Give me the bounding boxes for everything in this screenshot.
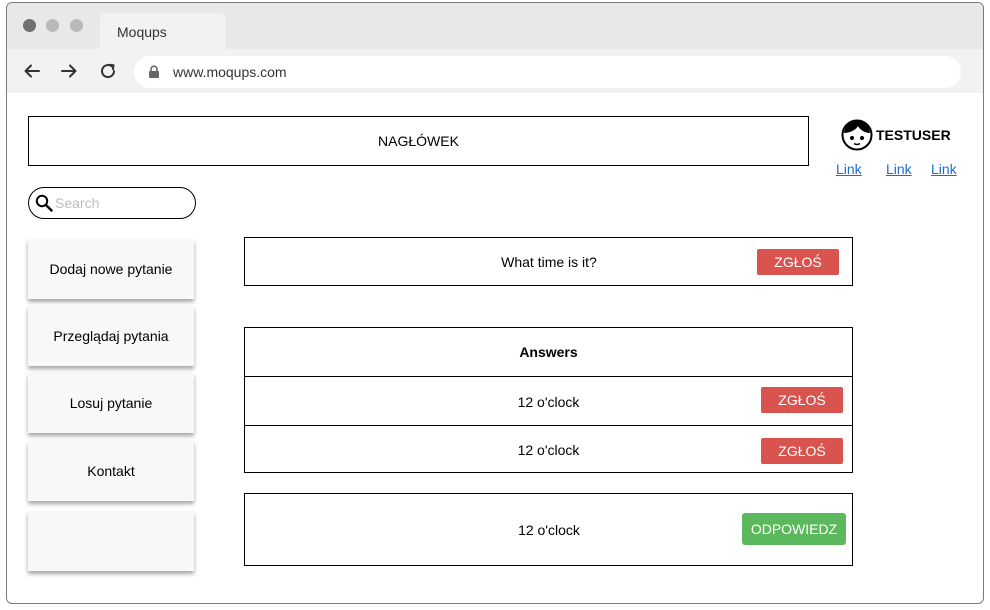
report-answer-button[interactable]: ZGŁOŚ — [761, 438, 843, 464]
answers-table: Answers 12 o'clock ZGŁOŚ 12 o'clock ZGŁO… — [244, 327, 853, 473]
sidebar-item-label: Kontakt — [87, 463, 135, 479]
answers-header: Answers — [245, 328, 852, 376]
reload-icon — [101, 63, 116, 79]
page-content: NAGŁÓWEK TESTUSER Link Link Link Dodaj n… — [7, 93, 983, 603]
search-icon — [35, 194, 53, 212]
answers-header-label: Answers — [519, 344, 578, 360]
tab-title: Moqups — [117, 24, 167, 40]
browser-tab[interactable]: Moqups — [100, 13, 226, 49]
browser-toolbar: www.moqups.com — [7, 49, 983, 93]
back-button[interactable] — [21, 60, 43, 82]
forward-button[interactable] — [58, 60, 80, 82]
sidebar-item-label: Przeglądaj pytania — [53, 328, 169, 344]
title-bar: Moqups — [7, 3, 983, 49]
search-input[interactable] — [55, 193, 187, 213]
lock-icon — [149, 65, 159, 78]
reload-button[interactable] — [97, 60, 119, 82]
arrow-right-icon — [61, 64, 77, 78]
reply-button[interactable]: ODPOWIEDZ — [742, 513, 846, 545]
url-text: www.moqups.com — [173, 64, 287, 80]
sidebar-item-label: Losuj pytanie — [69, 395, 153, 411]
sidebar-item-browse-questions[interactable]: Przeglądaj pytania — [28, 306, 194, 366]
sidebar-item-empty[interactable] — [28, 511, 194, 571]
answer-row: 12 o'clock ZGŁOŚ — [245, 426, 852, 472]
report-answer-button[interactable]: ZGŁOŚ — [761, 387, 843, 413]
user-profile[interactable]: TESTUSER — [841, 119, 951, 151]
address-bar[interactable]: www.moqups.com — [134, 56, 961, 88]
sidebar-item-add-question[interactable]: Dodaj nowe pytanie — [28, 239, 194, 299]
browser-window: Moqups www.moqups.com NAGŁÓWEK TESTUSER … — [6, 2, 984, 604]
sidebar-item-label: Dodaj nowe pytanie — [49, 261, 173, 277]
page-title: NAGŁÓWEK — [378, 133, 459, 149]
answer-row: 12 o'clock ZGŁOŚ — [245, 377, 852, 425]
sidebar-item-contact[interactable]: Kontakt — [28, 441, 194, 501]
reply-card: 12 o'clock ODPOWIEDZ — [244, 493, 853, 566]
question-card: What time is it? ZGŁOŚ — [244, 237, 853, 286]
user-name: TESTUSER — [876, 127, 951, 143]
maximize-window-dot[interactable] — [70, 19, 83, 32]
user-link[interactable]: Link — [931, 161, 957, 177]
arrow-left-icon — [24, 64, 40, 78]
page-header: NAGŁÓWEK — [28, 116, 809, 166]
search-box — [28, 187, 196, 219]
report-question-button[interactable]: ZGŁOŚ — [757, 249, 839, 275]
user-avatar-icon — [841, 119, 873, 151]
user-links: Link Link Link — [836, 161, 966, 181]
close-window-dot[interactable] — [23, 19, 36, 32]
user-link[interactable]: Link — [836, 161, 862, 177]
user-link[interactable]: Link — [886, 161, 912, 177]
sidebar-item-random-question[interactable]: Losuj pytanie — [28, 373, 194, 433]
minimize-window-dot[interactable] — [46, 19, 59, 32]
